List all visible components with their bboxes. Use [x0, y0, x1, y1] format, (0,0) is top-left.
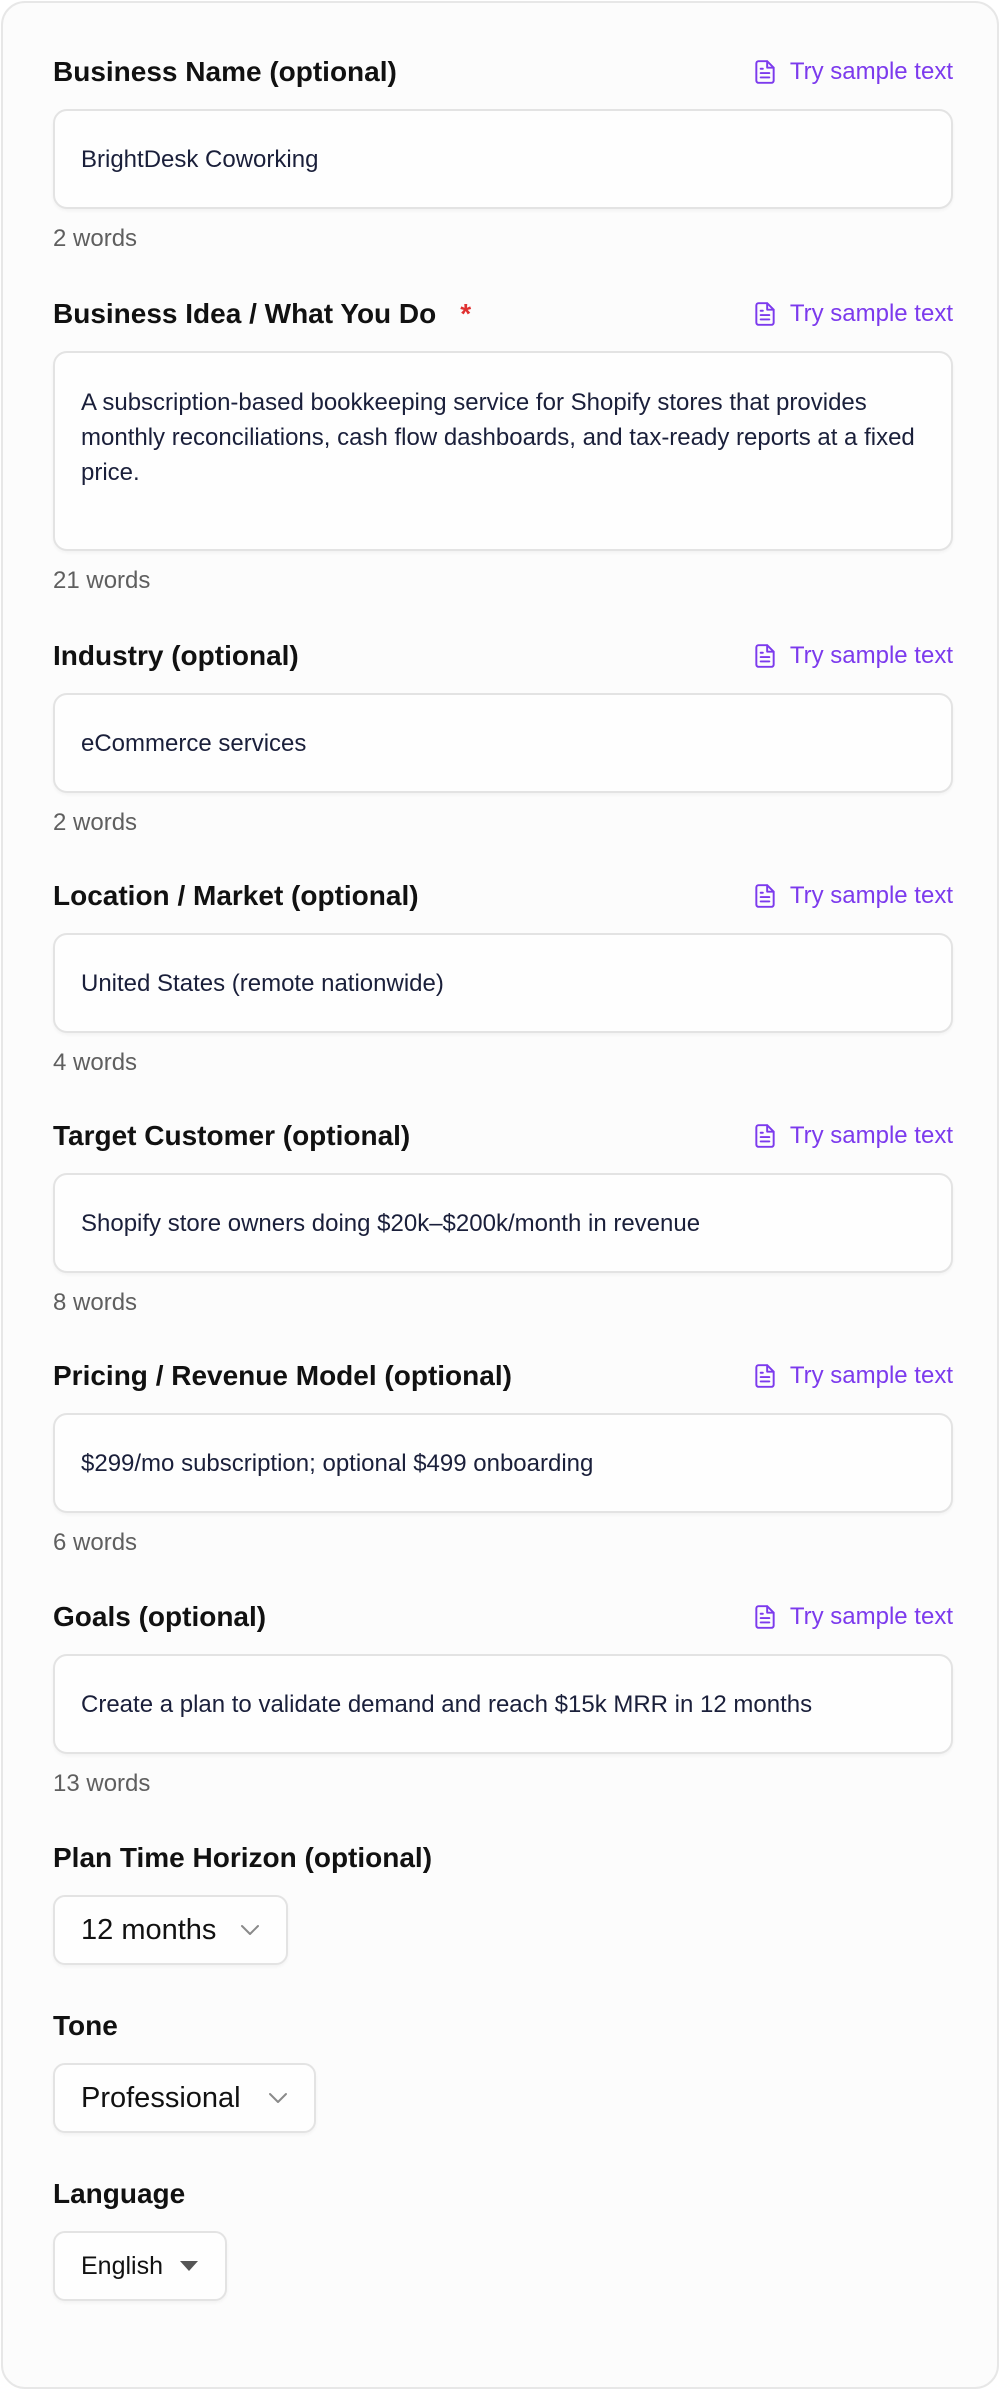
goals-input[interactable]: Create a plan to validate demand and rea…: [53, 1654, 953, 1754]
business-name-label: Business Name (optional): [53, 56, 397, 87]
business-idea-textarea[interactable]: A subscription-based bookkeeping service…: [53, 351, 953, 551]
target-customer-sample-button[interactable]: Try sample text: [752, 1116, 953, 1156]
location-value: United States (remote nationwide): [81, 969, 444, 997]
pricing-label: Pricing / Revenue Model (optional): [53, 1360, 512, 1391]
goals-sample-button[interactable]: Try sample text: [752, 1597, 953, 1637]
document-icon: [755, 1124, 775, 1148]
pricing-value: $299/mo subscription; optional $499 onbo…: [81, 1449, 594, 1477]
required-indicator: *: [460, 298, 472, 329]
industry-word-count: 2 words: [53, 809, 138, 836]
goals-label: Goals (optional): [53, 1601, 267, 1632]
chevron-down-icon: [240, 1924, 260, 1936]
document-icon: [755, 1605, 775, 1629]
document-icon: [755, 884, 775, 908]
language-value: English: [81, 2251, 163, 2280]
industry-input[interactable]: eCommerce services: [53, 693, 953, 793]
target-customer-word-count: 8 words: [53, 1289, 138, 1316]
location-word-count: 4 words: [53, 1049, 138, 1076]
form-card: Business Name (optional) Try sample text…: [1, 1, 999, 2389]
business-name-sample-button[interactable]: Try sample text: [752, 52, 953, 92]
caret-down-icon: [179, 2260, 199, 2272]
goals-value: Create a plan to validate demand and rea…: [81, 1690, 813, 1718]
tone-label: Tone: [53, 2010, 118, 2041]
document-icon: [755, 644, 775, 668]
language-label: Language: [53, 2178, 186, 2209]
tone-select[interactable]: Professional: [53, 2063, 316, 2133]
industry-value: eCommerce services: [81, 729, 307, 757]
sample-text-label: Try sample text: [789, 1122, 953, 1149]
pricing-field: Pricing / Revenue Model (optional) Try s…: [53, 1356, 953, 1556]
target-customer-input[interactable]: Shopify store owners doing $20k–$200k/mo…: [53, 1173, 953, 1273]
time-horizon-label: Plan Time Horizon (optional): [53, 1842, 433, 1873]
target-customer-label: Target Customer (optional): [53, 1120, 411, 1151]
business-idea-word-count: 21 words: [53, 567, 151, 594]
sample-text-label: Try sample text: [789, 300, 953, 327]
language-select[interactable]: English: [53, 2231, 227, 2301]
location-input[interactable]: United States (remote nationwide): [53, 933, 953, 1033]
sample-text-label: Try sample text: [789, 1362, 953, 1389]
goals-field: Goals (optional) Try sample text Create …: [53, 1597, 953, 1797]
target-customer-value: Shopify store owners doing $20k–$200k/mo…: [81, 1209, 701, 1237]
pricing-input[interactable]: $299/mo subscription; optional $499 onbo…: [53, 1413, 953, 1513]
sample-text-label: Try sample text: [789, 882, 953, 909]
document-icon: [755, 1364, 775, 1388]
business-name-word-count: 2 words: [53, 225, 138, 252]
location-label: Location / Market (optional): [53, 880, 419, 911]
pricing-sample-button[interactable]: Try sample text: [752, 1356, 953, 1396]
business-idea-value: A subscription-based bookkeeping service…: [81, 389, 915, 486]
industry-sample-button[interactable]: Try sample text: [752, 636, 953, 676]
business-name-field: Business Name (optional) Try sample text…: [53, 52, 953, 252]
tone-value: Professional: [81, 2081, 241, 2114]
location-sample-button[interactable]: Try sample text: [752, 876, 953, 916]
location-field: Location / Market (optional) Try sample …: [53, 876, 953, 1076]
industry-label: Industry (optional): [53, 640, 299, 671]
business-idea-sample-button[interactable]: Try sample text: [752, 294, 953, 334]
business-name-value: BrightDesk Coworking: [81, 145, 319, 173]
business-idea-label-text: Business Idea / What You Do: [53, 298, 437, 329]
pricing-word-count: 6 words: [53, 1529, 138, 1556]
industry-field: Industry (optional) Try sample text eCom…: [53, 636, 953, 836]
sample-text-label: Try sample text: [789, 1603, 953, 1630]
sample-text-label: Try sample text: [789, 642, 953, 669]
time-horizon-select[interactable]: 12 months: [53, 1895, 288, 1965]
sample-text-label: Try sample text: [789, 58, 953, 85]
goals-word-count: 13 words: [53, 1770, 151, 1797]
document-icon: [755, 302, 775, 326]
chevron-down-icon: [268, 2092, 288, 2104]
business-name-input[interactable]: BrightDesk Coworking: [53, 109, 953, 209]
business-idea-label: Business Idea / What You Do *: [53, 294, 471, 334]
target-customer-field: Target Customer (optional) Try sample te…: [53, 1116, 953, 1316]
document-icon: [755, 60, 775, 84]
business-idea-field: Business Idea / What You Do * Try sample …: [53, 294, 953, 594]
time-horizon-value: 12 months: [81, 1913, 217, 1946]
